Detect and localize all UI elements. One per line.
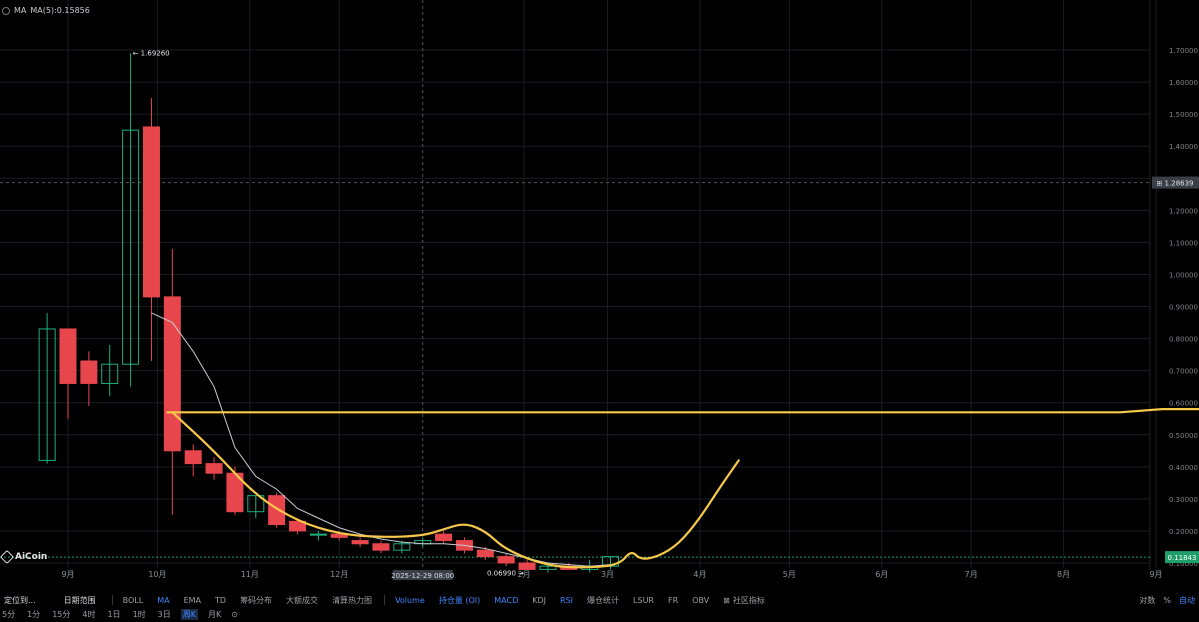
aicoin-logo-icon bbox=[0, 549, 15, 565]
toolbar-divider bbox=[384, 595, 386, 605]
indicator-toolbar: 定位到... 日期范围 BOLL MA EMA TD 筹码分布 大额成交 清算热… bbox=[0, 594, 1199, 606]
indicator-boll[interactable]: BOLL bbox=[123, 596, 144, 605]
y-tick-label: 0.30000 bbox=[1169, 496, 1198, 504]
chart-legend: MA MA(5):0.15856 bbox=[2, 6, 90, 15]
candle-down[interactable] bbox=[142, 126, 160, 298]
interval-1mo[interactable]: 月K bbox=[208, 609, 221, 620]
indicator-chip-distribution[interactable]: 筹码分布 bbox=[240, 595, 272, 606]
interval-4h[interactable]: 4时 bbox=[82, 609, 95, 620]
candle-down[interactable] bbox=[351, 540, 369, 545]
candle-down[interactable] bbox=[205, 463, 223, 474]
x-tick-label: 7月 bbox=[965, 570, 978, 579]
x-tick-label: 9月 bbox=[1149, 570, 1162, 579]
watermark-text: AiCoin bbox=[15, 552, 48, 562]
y-tick-label: 1.40000 bbox=[1169, 143, 1198, 151]
candle-down[interactable] bbox=[476, 549, 494, 558]
candle-down[interactable] bbox=[435, 533, 453, 542]
indicator-ema[interactable]: EMA bbox=[184, 596, 201, 605]
interval-1m[interactable]: 1分 bbox=[27, 609, 40, 620]
indicator-large-trades[interactable]: 大额成交 bbox=[286, 595, 318, 606]
x-tick-label: 9月 bbox=[61, 570, 74, 579]
candle-down[interactable] bbox=[268, 495, 286, 526]
legend-indicator-name: MA bbox=[14, 6, 27, 15]
high-annotation: ← 1.69260 bbox=[133, 49, 170, 57]
indicator-volume[interactable]: Volume bbox=[395, 596, 425, 605]
indicator-lsur[interactable]: LSUR bbox=[633, 596, 654, 605]
indicator-community[interactable]: 社区指标 bbox=[733, 595, 765, 606]
y-tick-label: 1.00000 bbox=[1169, 271, 1198, 279]
toolbar-divider bbox=[111, 595, 113, 605]
percent-scale-toggle[interactable]: % bbox=[1163, 596, 1171, 605]
indicator-open-interest[interactable]: 持仓量 (OI) bbox=[439, 595, 480, 606]
y-tick-label: 1.70000 bbox=[1169, 47, 1198, 55]
ma5-line bbox=[151, 312, 611, 567]
indicator-toggle-icon[interactable] bbox=[2, 6, 10, 15]
y-tick-label: 0.60000 bbox=[1169, 400, 1198, 408]
y-tick-label: 0.20000 bbox=[1169, 528, 1198, 536]
indicator-rsi[interactable]: RSI bbox=[560, 596, 573, 605]
y-tick-label: 1.20000 bbox=[1169, 207, 1198, 215]
y-tick-label: 0.40000 bbox=[1169, 464, 1198, 472]
candle-down[interactable] bbox=[518, 562, 536, 570]
x-tick-label: 10月 bbox=[148, 570, 166, 579]
candle-down[interactable] bbox=[80, 360, 98, 384]
interval-toolbar: 5分 1分 15分 4时 1日 1时 3日 周K 月K ⊙ bbox=[0, 608, 1199, 620]
y-tick-label: 0.50000 bbox=[1169, 432, 1198, 440]
interval-5m[interactable]: 5分 bbox=[2, 609, 15, 620]
y-tick-label: 0.70000 bbox=[1169, 368, 1198, 376]
x-tick-label: 8月 bbox=[1057, 570, 1070, 579]
interval-1w[interactable]: 周K bbox=[180, 608, 198, 620]
log-scale-toggle[interactable]: 对数 bbox=[1139, 595, 1155, 606]
candle-down[interactable] bbox=[59, 328, 77, 384]
interval-1d[interactable]: 1日 bbox=[107, 609, 120, 620]
x-tick-label: 11月 bbox=[241, 570, 259, 579]
crosshair-date-label: 2025-12-29 08:00 bbox=[391, 572, 454, 580]
y-tick-label: 0.80000 bbox=[1169, 336, 1198, 344]
indicator-macd[interactable]: MACD bbox=[494, 596, 518, 605]
x-tick-label: 3月 bbox=[601, 570, 614, 579]
x-tick-label: 6月 bbox=[875, 570, 888, 579]
legend-ma-value: MA(5):0.15856 bbox=[30, 6, 90, 15]
indicator-ma[interactable]: MA bbox=[157, 596, 169, 605]
indicator-liquidation-heatmap[interactable]: 清算热力图 bbox=[332, 595, 372, 606]
candle-up[interactable] bbox=[309, 533, 327, 536]
x-tick-label: 5月 bbox=[783, 570, 796, 579]
candle-down[interactable] bbox=[184, 450, 202, 465]
interval-15m[interactable]: 15分 bbox=[52, 609, 70, 620]
auto-scale-toggle[interactable]: 自动 bbox=[1179, 595, 1195, 606]
indicator-fr[interactable]: FR bbox=[668, 596, 678, 605]
candle-down[interactable] bbox=[372, 543, 390, 551]
low-annotation: 0.06990 → bbox=[487, 570, 524, 578]
more-intervals-icon[interactable]: ⊙ bbox=[231, 610, 238, 619]
y-tick-label: 1.60000 bbox=[1169, 79, 1198, 87]
last-price-label: 0.11843 bbox=[1168, 554, 1197, 562]
community-indicators-icon[interactable]: ⊠ bbox=[723, 596, 730, 605]
y-tick-label: 0.90000 bbox=[1169, 304, 1198, 312]
x-tick-label: 4月 bbox=[693, 570, 706, 579]
crosshair-price-label: ⊞ 1.28639 bbox=[1156, 180, 1193, 188]
x-tick-label: 12月 bbox=[330, 570, 348, 579]
candlestick-chart[interactable]: 0.100000.200000.300000.400000.500000.600… bbox=[0, 0, 1199, 610]
y-tick-label: 1.50000 bbox=[1169, 111, 1198, 119]
date-range-button[interactable]: 日期范围 bbox=[64, 595, 96, 606]
y-tick-label: 1.10000 bbox=[1169, 239, 1198, 247]
interval-3d[interactable]: 3日 bbox=[158, 609, 171, 620]
indicator-kdj[interactable]: KDJ bbox=[532, 596, 546, 605]
indicator-td[interactable]: TD bbox=[215, 596, 226, 605]
indicator-obv[interactable]: OBV bbox=[692, 596, 709, 605]
locate-button[interactable]: 定位到... bbox=[4, 595, 36, 606]
candle-down[interactable] bbox=[497, 556, 515, 564]
indicator-liquidation-stats[interactable]: 爆仓统计 bbox=[587, 595, 619, 606]
drawn-resistance-line[interactable] bbox=[166, 408, 1199, 414]
watermark: AiCoin bbox=[0, 549, 48, 565]
drawn-trend-curve[interactable] bbox=[171, 411, 740, 569]
interval-1h[interactable]: 1时 bbox=[133, 609, 146, 620]
